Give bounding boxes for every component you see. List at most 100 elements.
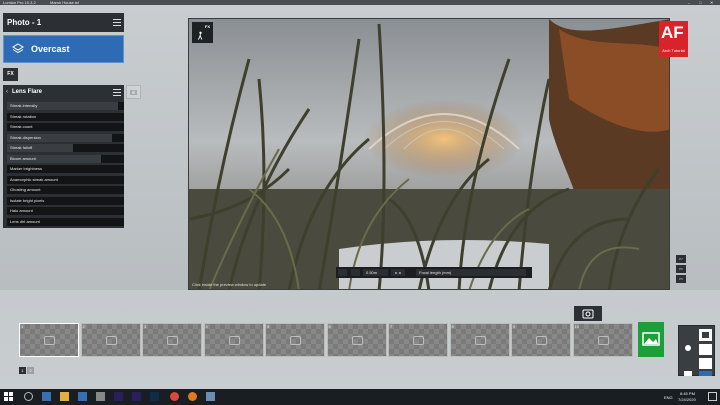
photo-header: Photo - 1 [3, 13, 124, 32]
preview-hint: Click inside the preview window to updat… [192, 282, 267, 287]
effect-slider[interactable]: Bloom amount [7, 154, 124, 163]
windows-start-icon[interactable] [4, 392, 13, 401]
fx-button[interactable]: FX [3, 68, 18, 81]
frame-number: 5 [267, 324, 270, 329]
film-frame[interactable]: 1 [19, 323, 79, 357]
fx-badge[interactable]: FX [192, 22, 213, 43]
effect-slider[interactable]: Streak count [7, 123, 124, 131]
lumion-taskbar-icon[interactable] [206, 392, 215, 401]
slider-label: Streak intensity [10, 103, 38, 108]
taskbar: ENG 8:45 PM 7/24/2020 [0, 389, 720, 405]
camera-toolbar: 0.50m ▸ ◂ Focal length (mm) [336, 267, 532, 278]
camera-icon [536, 336, 547, 345]
effect-slider[interactable]: Streak intensity [7, 102, 124, 110]
slider-label: Streak falloff [10, 145, 33, 150]
page-button[interactable]: 2 [27, 367, 34, 374]
firefox-icon[interactable] [188, 392, 197, 401]
channel-logo: AF Arch Tutorial [659, 21, 688, 57]
side-tools: P7 P6 P5 [676, 255, 686, 285]
slider-label: Streak dispersion [10, 134, 41, 140]
camera-icon [582, 309, 594, 319]
style-button[interactable]: Overcast [3, 35, 124, 63]
logo-tagline: Arch Tutorial [662, 48, 685, 53]
after-effects-icon[interactable] [114, 392, 123, 401]
render-button[interactable] [638, 322, 664, 357]
effect-slider[interactable]: Halo amount [7, 207, 124, 215]
clock-time[interactable]: 8:45 PM [680, 391, 695, 396]
search-icon[interactable] [24, 392, 33, 401]
frame-number: 7 [390, 324, 393, 329]
height-stepper[interactable]: ▸ ◂ [391, 269, 405, 276]
camera-icon [167, 336, 178, 345]
effect-panel: ‹ Lens Flare Streak intensity Streak rota… [3, 85, 124, 228]
effect-slider[interactable]: Anamorphic streak amount [7, 175, 124, 184]
save-camera-button[interactable] [574, 306, 602, 321]
chrome-icon[interactable] [170, 392, 179, 401]
clock-date[interactable]: 7/24/2020 [678, 397, 696, 402]
store-icon[interactable] [78, 392, 87, 401]
film-frame[interactable]: 5 [265, 323, 325, 357]
effect-slider[interactable]: Marker brightness [7, 165, 124, 173]
notifications-icon[interactable] [708, 392, 717, 401]
height-icon[interactable] [338, 269, 347, 276]
focal-length-slider[interactable]: Focal length (mm) [416, 269, 526, 276]
camera-icon[interactable] [126, 85, 141, 99]
camera-icon [474, 336, 486, 345]
effect-slider[interactable]: Lens dirt amount [7, 217, 124, 226]
side-tool-1[interactable]: P7 [676, 255, 686, 263]
walker-icon [197, 31, 203, 40]
menu-icon[interactable] [113, 89, 121, 96]
effect-title: Lens Flare [12, 89, 43, 95]
preview-viewport[interactable]: FX Click inside the preview window to up… [188, 18, 670, 290]
menu-icon[interactable] [113, 19, 121, 26]
cloud-icon[interactable] [96, 392, 105, 401]
slider-label: Isolate bright pixels [10, 197, 45, 203]
frame-number: 2 [82, 324, 85, 329]
side-tool-3[interactable]: P5 [676, 275, 686, 283]
height-field[interactable]: 0.50m [363, 269, 388, 276]
filmstrip: 1 2 3 4 5 6 7 8 9 10 12 [0, 290, 720, 389]
workspace: Photo - 1 Overcast FX ‹ Lens Flare Strea… [0, 5, 720, 290]
camera-icon [290, 336, 301, 345]
frame-number: 3 [144, 324, 147, 329]
effect-slider[interactable]: Streak dispersion [7, 133, 124, 142]
slider-label: Bloom amount [10, 155, 36, 161]
language-indicator[interactable]: ENG [664, 395, 673, 400]
side-tool-2[interactable]: P6 [676, 265, 686, 273]
film-frame[interactable]: 10 [572, 323, 633, 357]
frame-number: 6 [328, 324, 331, 329]
slider-label: Anamorphic streak amount [10, 176, 58, 182]
film-frame[interactable]: 9 [511, 323, 571, 357]
film-frame[interactable]: 6 [326, 323, 387, 357]
premiere-icon[interactable] [132, 392, 141, 401]
effect-slider[interactable]: Isolate bright pixels [7, 196, 124, 205]
scene-image [189, 19, 669, 289]
film-frame[interactable]: 3 [142, 323, 202, 357]
effect-slider[interactable]: Ghosting amount [7, 186, 124, 194]
page-button[interactable]: 1 [19, 367, 26, 374]
slider-label: Lens dirt amount [10, 218, 40, 224]
photo-title: Photo - 1 [7, 18, 42, 27]
layers-icon [12, 43, 24, 54]
slider-label: Halo amount [10, 208, 33, 213]
effect-header: ‹ Lens Flare [3, 85, 124, 99]
film-frame[interactable]: 8 [449, 323, 510, 357]
style-name: Overcast [31, 44, 70, 54]
camera-icon [351, 336, 363, 345]
frame-number: 9 [513, 324, 516, 329]
effect-slider[interactable]: Streak rotation [7, 112, 124, 121]
eye-level-icon[interactable] [351, 269, 360, 276]
film-frame[interactable]: 4 [203, 323, 264, 357]
photoshop-icon[interactable] [150, 392, 159, 401]
film-frame[interactable]: 7 [388, 323, 448, 357]
frame-number: 10 [574, 324, 579, 329]
file-explorer-icon[interactable] [60, 392, 69, 401]
task-view-icon[interactable] [42, 392, 51, 401]
slider-label: Streak count [10, 124, 33, 129]
image-icon [642, 332, 660, 346]
slider-label: Ghosting amount [10, 187, 41, 192]
effect-slider[interactable]: Streak falloff [7, 144, 124, 152]
film-frame[interactable]: 2 [80, 323, 141, 357]
chevron-left-icon[interactable]: ‹ [6, 87, 8, 97]
camera-icon [228, 336, 240, 345]
